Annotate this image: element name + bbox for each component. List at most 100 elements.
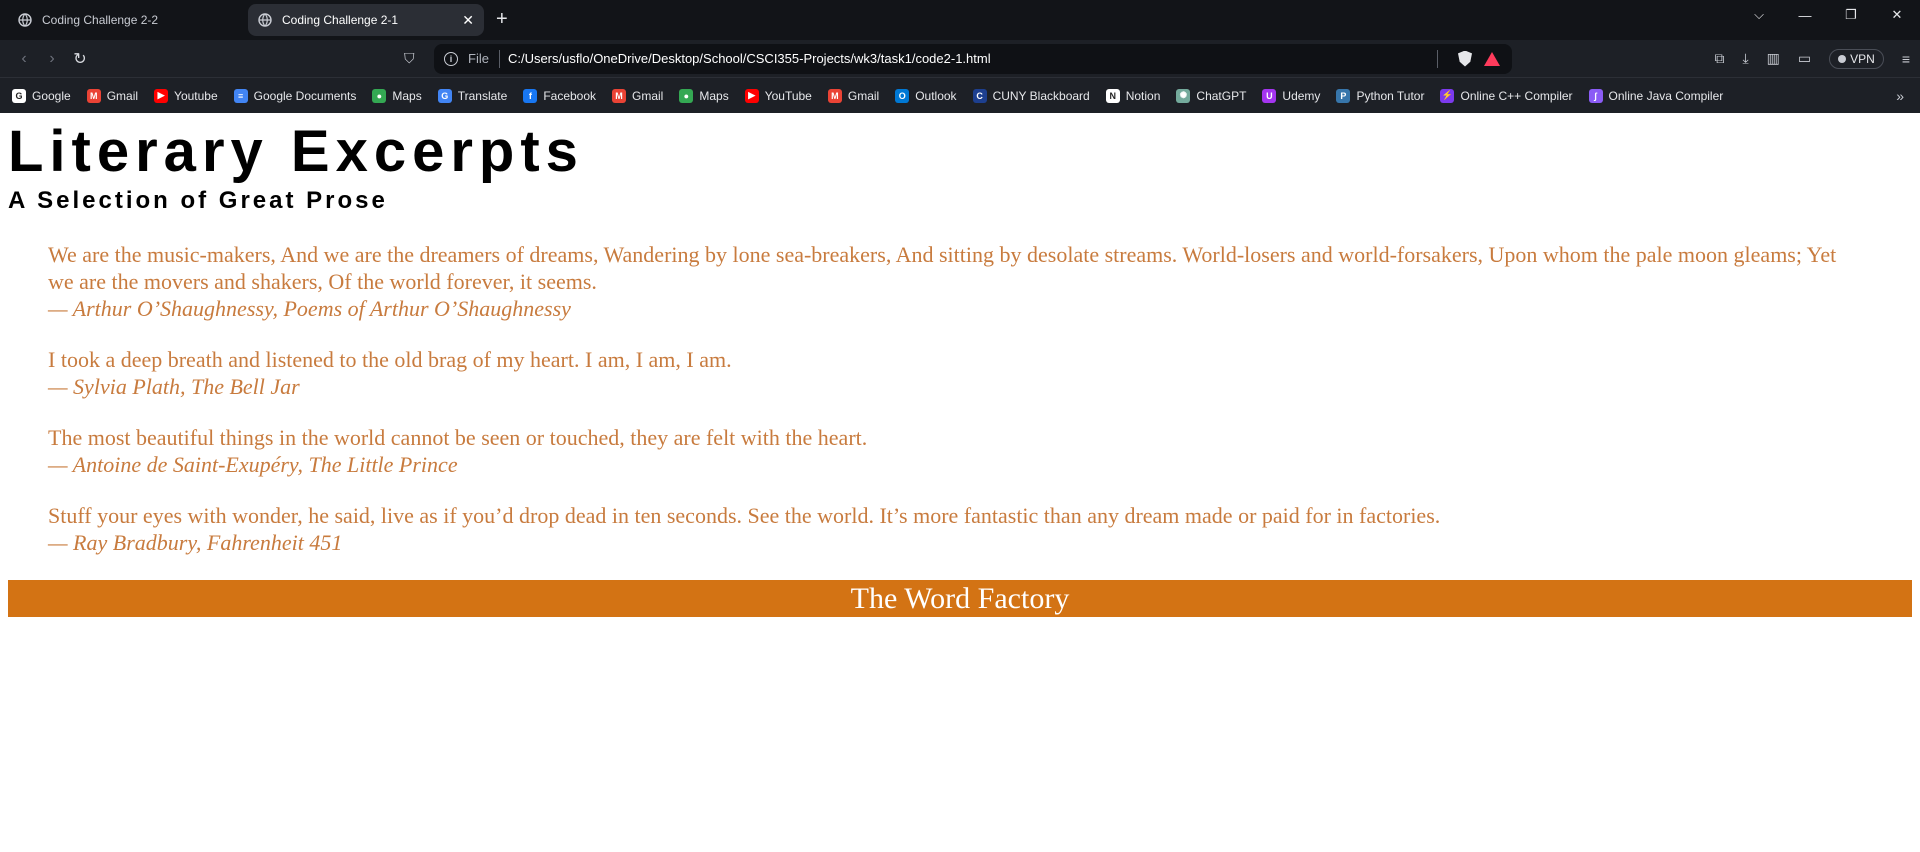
toolbar-actions: ⧉ ⤓ ▥ ▭ VPN ≡ (1714, 48, 1910, 69)
bookmark-outlook[interactable]: O Outlook (895, 88, 957, 103)
bookmark-notion[interactable]: N Notion (1105, 88, 1161, 103)
page-subtitle: A Selection of Great Prose (8, 187, 388, 214)
bookmark-translate[interactable]: G Translate (437, 88, 508, 103)
bookmark-label: Google (32, 88, 71, 103)
outlook-icon: O (895, 88, 910, 103)
quote-block: Stuff your eyes with wonder, he said, li… (48, 502, 1848, 556)
maps-icon: ● (679, 88, 694, 103)
tab-coding-challenge-2-2[interactable]: Coding Challenge 2-2 (8, 4, 244, 36)
bookmark-label: ChatGPT (1196, 88, 1247, 103)
new-tab-button[interactable]: + (496, 8, 508, 31)
quote-list: We are the music-makers, And we are the … (48, 241, 1848, 556)
tab-title: Coding Challenge 2-2 (42, 13, 159, 27)
quote-attribution: — Sylvia Plath, The Bell Jar (48, 374, 300, 399)
vpn-status-icon (1838, 54, 1847, 63)
bookmark-label: Notion (1125, 88, 1161, 103)
bookmark-label: Python Tutor (1356, 88, 1425, 103)
quote-attribution: — Ray Bradbury, Fahrenheit 451 (48, 530, 343, 555)
bookmark-label: Translate (457, 88, 508, 103)
quote-text: Stuff your eyes with wonder, he said, li… (48, 503, 1441, 528)
globe-icon (18, 13, 32, 27)
restore-icon[interactable]: ❐ (1828, 7, 1874, 23)
extensions-icon[interactable]: ⧉ (1714, 50, 1724, 67)
google-icon: G (12, 88, 26, 103)
footer-banner: The Word Factory (8, 580, 1912, 617)
bookmark-udemy[interactable]: U Udemy (1262, 88, 1321, 103)
quote-text: I took a deep breath and listened to the… (48, 347, 732, 372)
close-icon[interactable]: ✕ (462, 12, 474, 29)
vpn-label: VPN (1850, 51, 1875, 66)
bookmark-maps[interactable]: ● Maps (372, 88, 422, 103)
bookmark-label: Maps (392, 88, 422, 103)
bookmark-label: Youtube (174, 88, 218, 103)
bookmark-label: Gmail (632, 88, 664, 103)
site-info-icon[interactable]: i (444, 51, 458, 66)
bookmark-label: Maps (699, 88, 729, 103)
bookmark-label: Udemy (1282, 88, 1321, 103)
bookmark-chatgpt[interactable]: ✺ ChatGPT (1176, 88, 1247, 103)
bookmark-label: Gmail (106, 88, 139, 103)
menu-icon[interactable]: ≡ (1902, 51, 1910, 67)
forward-icon[interactable]: › (38, 50, 66, 68)
brave-shield-icon[interactable] (1458, 50, 1472, 67)
gmail-icon: M (612, 88, 627, 103)
back-icon[interactable]: ‹ (10, 50, 38, 68)
bookmark-gmail[interactable]: M Gmail (612, 88, 664, 103)
url-text[interactable]: C:/Users/usflo/OneDrive/Desktop/School/C… (508, 51, 991, 66)
bookmark-youtube[interactable]: ▶ YouTube (744, 88, 812, 103)
divider (498, 49, 500, 68)
chatgpt-icon: ✺ (1176, 88, 1191, 103)
sidebar-icon[interactable]: ▥ (1767, 50, 1780, 67)
globe-icon (258, 13, 272, 27)
download-icon[interactable]: ⤓ (1742, 50, 1748, 67)
bookmark-gmail[interactable]: M Gmail (827, 88, 879, 103)
bookmark-label: Outlook (915, 88, 957, 103)
bookmarks-bar: G Google M Gmail ▶ Youtube ≡ Google Documents ● M… (0, 78, 1920, 113)
bookmark-python-tutor[interactable]: P Python Tutor (1336, 88, 1425, 103)
cpp-compiler-icon: ⚡ (1440, 88, 1455, 103)
page-content: Literary Excerpts A Selection of Great P… (0, 113, 1920, 617)
reload-icon[interactable]: ↻ (66, 49, 94, 69)
bookmark-facebook[interactable]: f Facebook (523, 88, 597, 103)
translate-icon: G (437, 88, 452, 103)
youtube-icon: ▶ (744, 88, 759, 103)
udemy-icon: U (1262, 88, 1277, 103)
gmail-icon: M (827, 88, 842, 103)
bookmark-label: Online C++ Compiler (1460, 88, 1573, 103)
bookmark-online-c-compiler[interactable]: ⚡ Online C++ Compiler (1440, 88, 1573, 103)
bookmark-label: CUNY Blackboard (992, 88, 1090, 103)
bookmark-google-documents[interactable]: ≡ Google Documents (233, 88, 357, 103)
bookmark-youtube[interactable]: ▶ Youtube (154, 88, 218, 103)
bookmark-cuny-blackboard[interactable]: C CUNY Blackboard (972, 88, 1090, 103)
tab-search-chevron-icon[interactable]: ⌵ (1736, 7, 1782, 23)
scheme-label: File (468, 51, 489, 66)
bookmark-online-java-compiler[interactable]: ʃ Online Java Compiler (1588, 88, 1723, 103)
docs-icon: ≡ (233, 88, 248, 103)
java-compiler-icon: ʃ (1588, 88, 1603, 103)
address-bar[interactable]: i File C:/Users/usflo/OneDrive/Desktop/S… (434, 43, 1512, 74)
tab-coding-challenge-2-1[interactable]: Coding Challenge 2-1 ✕ (248, 4, 484, 36)
close-window-icon[interactable]: ✕ (1874, 7, 1920, 23)
bookmark-icon[interactable]: ⛉ (404, 50, 430, 67)
quote-block: The most beautiful things in the world c… (48, 424, 1848, 478)
quote-attribution: — Arthur O’Shaughnessy, Poems of Arthur … (48, 296, 571, 321)
toolbar: ‹ › ↻ ⛉ i File C:/Users/usflo/OneDrive/D… (0, 40, 1920, 78)
python-icon: P (1336, 88, 1351, 103)
quote-text: The most beautiful things in the world c… (48, 425, 868, 450)
bookmark-label: Google Documents (253, 88, 357, 103)
bookmark-gmail[interactable]: M Gmail (86, 88, 139, 103)
bookmark-label: Facebook (543, 88, 597, 103)
wallet-icon[interactable]: ▭ (1798, 50, 1811, 67)
bookmark-google[interactable]: G Google (12, 88, 71, 103)
page-title: Literary Excerpts (8, 119, 584, 184)
quote-block: We are the music-makers, And we are the … (48, 241, 1848, 322)
vpn-button[interactable]: VPN (1829, 48, 1884, 69)
more-bookmarks-icon[interactable]: » (1896, 88, 1904, 104)
facebook-icon: f (523, 88, 538, 103)
brave-rewards-icon[interactable] (1484, 51, 1500, 66)
quote-text: We are the music-makers, And we are the … (48, 242, 1837, 294)
gmail-icon: M (86, 88, 101, 103)
minimize-icon[interactable]: — (1782, 8, 1828, 23)
quote-block: I took a deep breath and listened to the… (48, 346, 1848, 400)
bookmark-maps[interactable]: ● Maps (679, 88, 729, 103)
